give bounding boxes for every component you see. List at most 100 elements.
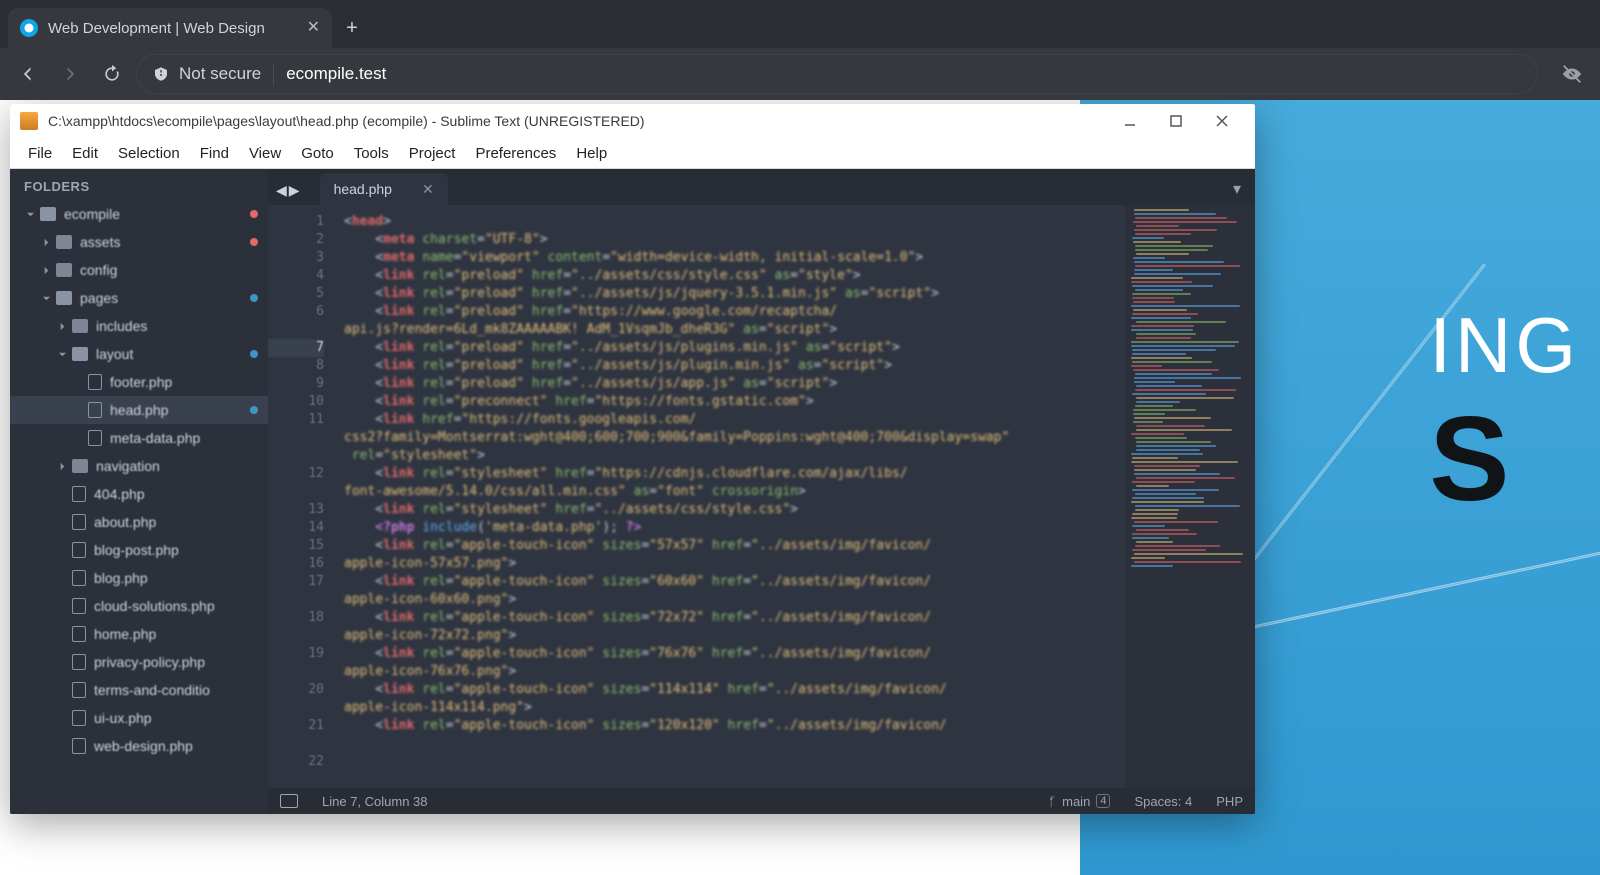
tab-prev-icon[interactable]: ◀	[276, 182, 287, 199]
folder-icon	[72, 319, 88, 333]
tree-row-meta-data-php[interactable]: meta-data.php	[10, 424, 268, 452]
new-tab-button[interactable]: +	[332, 8, 372, 48]
code-line: <link rel="preload" href="../assets/js/p…	[344, 357, 1115, 375]
gutter: 12345678910111213141516171819202122	[268, 205, 334, 788]
disclosure-icon	[56, 516, 68, 528]
line-number	[268, 429, 324, 447]
status-branch[interactable]: ᚶ main 4	[1048, 794, 1110, 809]
status-dot-icon	[250, 238, 258, 246]
file-icon	[88, 374, 102, 390]
tree-row-pages[interactable]: pages	[10, 284, 268, 312]
window-minimize-button[interactable]	[1107, 104, 1153, 138]
tree-row-home-php[interactable]: home.php	[10, 620, 268, 648]
tree-row-terms-and-conditio[interactable]: terms-and-conditio	[10, 676, 268, 704]
line-number	[268, 663, 324, 681]
tree-row-blog-post-php[interactable]: blog-post.php	[10, 536, 268, 564]
tree-label: layout	[96, 346, 250, 362]
line-number	[268, 699, 324, 717]
menu-item-preferences[interactable]: Preferences	[465, 145, 566, 162]
window-close-button[interactable]	[1199, 104, 1245, 138]
menu-item-find[interactable]: Find	[190, 145, 239, 162]
folder-icon	[72, 459, 88, 473]
menu-item-selection[interactable]: Selection	[108, 145, 190, 162]
tree-row-navigation[interactable]: navigation	[10, 452, 268, 480]
disclosure-icon	[40, 236, 52, 248]
status-linecol[interactable]: Line 7, Column 38	[322, 794, 428, 809]
code-line: apple-icon-72x72.png">	[344, 627, 1115, 645]
code-line: rel="stylesheet">	[344, 447, 1115, 465]
tab-nav[interactable]: ◀▶	[276, 182, 300, 199]
minimap[interactable]	[1125, 205, 1255, 788]
close-icon[interactable]: ✕	[422, 181, 434, 198]
tree-row-layout[interactable]: layout	[10, 340, 268, 368]
menu-item-file[interactable]: File	[18, 145, 62, 162]
close-icon[interactable]: ✕	[307, 20, 320, 36]
tab-overflow-icon[interactable]: ▾	[1233, 179, 1241, 199]
reload-button[interactable]	[94, 56, 130, 92]
disclosure-icon	[56, 600, 68, 612]
tree-row-ui-ux-php[interactable]: ui-ux.php	[10, 704, 268, 732]
status-spaces[interactable]: Spaces: 4	[1134, 794, 1192, 809]
code-line: <link rel="stylesheet" href="https://cdn…	[344, 465, 1115, 483]
address-bar[interactable]: Not secure ecompile.test	[136, 54, 1538, 94]
menu-item-help[interactable]: Help	[566, 145, 617, 162]
menu-item-tools[interactable]: Tools	[344, 145, 399, 162]
status-lang[interactable]: PHP	[1216, 794, 1243, 809]
tree-row-cloud-solutions-php[interactable]: cloud-solutions.php	[10, 592, 268, 620]
back-button[interactable]	[10, 56, 46, 92]
file-icon	[88, 430, 102, 446]
menu-item-edit[interactable]: Edit	[62, 145, 108, 162]
tree-label: pages	[80, 290, 250, 306]
tree-row-includes[interactable]: includes	[10, 312, 268, 340]
code-line: <link rel="apple-touch-icon" sizes="114x…	[344, 681, 1115, 699]
sublime-logo-icon	[20, 112, 38, 130]
browser-tabstrip: Web Development | Web Design ✕ +	[0, 0, 1600, 48]
tree-row-ecompile[interactable]: ecompile	[10, 200, 268, 228]
disclosure-icon	[40, 292, 52, 304]
tree-row-config[interactable]: config	[10, 256, 268, 284]
browser-tab[interactable]: Web Development | Web Design ✕	[8, 8, 332, 48]
tree-row-blog-php[interactable]: blog.php	[10, 564, 268, 592]
incognito-eye-icon[interactable]	[1554, 56, 1590, 92]
line-number	[268, 591, 324, 609]
disclosure-icon	[72, 404, 84, 416]
line-number: 17	[268, 573, 324, 591]
status-panel-icon[interactable]	[280, 794, 298, 808]
page-viewport: ING S C:\xampp\htdocs\ecompile\pages\lay…	[0, 100, 1600, 875]
window-maximize-button[interactable]	[1153, 104, 1199, 138]
window-titlebar[interactable]: C:\xampp\htdocs\ecompile\pages\layout\he…	[10, 104, 1255, 138]
disclosure-icon	[56, 628, 68, 640]
line-number: 7	[268, 339, 324, 357]
url-host: ecompile.test	[286, 64, 386, 84]
sublime-window: C:\xampp\htdocs\ecompile\pages\layout\he…	[10, 104, 1255, 814]
line-number	[268, 735, 324, 753]
line-number: 10	[268, 393, 324, 411]
tree-row-privacy-policy-php[interactable]: privacy-policy.php	[10, 648, 268, 676]
tree-row-404-php[interactable]: 404.php	[10, 480, 268, 508]
line-number	[268, 483, 324, 501]
menu-item-goto[interactable]: Goto	[291, 145, 344, 162]
line-number	[268, 321, 324, 339]
tree-row-footer-php[interactable]: footer.php	[10, 368, 268, 396]
line-number: 11	[268, 411, 324, 429]
menu-item-view[interactable]: View	[239, 145, 291, 162]
tree-row-head-php[interactable]: head.php	[10, 396, 268, 424]
disclosure-icon	[56, 712, 68, 724]
browser-toolbar: Not secure ecompile.test	[0, 48, 1600, 100]
line-number: 21	[268, 717, 324, 735]
browser-tab-title: Web Development | Web Design	[48, 20, 297, 37]
tree-row-about-php[interactable]: about.php	[10, 508, 268, 536]
tree-row-web-design-php[interactable]: web-design.php	[10, 732, 268, 760]
menu-item-project[interactable]: Project	[399, 145, 466, 162]
code-line: apple-icon-76x76.png">	[344, 663, 1115, 681]
disclosure-icon	[40, 264, 52, 276]
disclosure-icon	[56, 684, 68, 696]
forward-button[interactable]	[52, 56, 88, 92]
code-area[interactable]: <head> <meta charset="UTF-8"> <meta name…	[334, 205, 1125, 788]
editor-tab[interactable]: head.php ✕	[320, 173, 448, 205]
sidebar-folders-label: FOLDERS	[10, 169, 268, 200]
separator	[273, 63, 274, 85]
tab-next-icon[interactable]: ▶	[289, 182, 300, 199]
tree-row-assets[interactable]: assets	[10, 228, 268, 256]
editor[interactable]: 12345678910111213141516171819202122 <hea…	[268, 205, 1255, 788]
